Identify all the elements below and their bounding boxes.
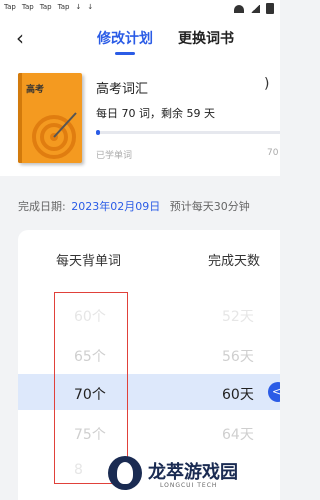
- system-icons: [234, 3, 274, 14]
- column-header-days: 完成天数: [208, 254, 261, 269]
- top-nav: ‹ 修改计划 更换词书: [0, 16, 280, 60]
- finish-date-row: 完成日期: 2023年02月09日 预计每天30分钟: [18, 198, 250, 214]
- picker-days: 64天: [222, 427, 254, 443]
- truncated-icon: ): [264, 76, 270, 92]
- watermark-logo-icon: [108, 456, 142, 490]
- notification-icons: Tap Tap Tap Tap ↓ ↓: [4, 3, 93, 11]
- picker-days: 56天: [222, 349, 254, 365]
- book-card: 高考 高考词汇 每日 70 词，剩余 59 天 已学单词 70 ): [0, 60, 280, 176]
- learning-progress-bar: [96, 130, 280, 135]
- picker-days: 52天: [222, 309, 254, 325]
- wifi-icon: [234, 4, 244, 13]
- battery-icon: [266, 3, 274, 14]
- book-spine: [18, 73, 22, 163]
- notification-app-label: Tap: [39, 3, 52, 11]
- download-icon: ↓: [87, 3, 94, 11]
- tab-modify-plan[interactable]: 修改计划: [97, 28, 153, 55]
- notification-app-label: Tap: [21, 3, 34, 11]
- learned-count: 70: [267, 148, 279, 158]
- learned-label: 已学单词: [96, 151, 133, 161]
- finish-date: 2023年02月09日: [71, 200, 161, 213]
- picker-days: 60天: [222, 387, 254, 403]
- book-cover: 高考: [18, 73, 82, 163]
- notification-app-label: Tap: [4, 3, 16, 11]
- picker-words: 75个: [74, 427, 106, 443]
- plan-summary: 每日 70 词，剩余 59 天: [96, 107, 215, 120]
- finish-label: 完成日期:: [18, 200, 66, 213]
- picker-row[interactable]: 65个 56天: [18, 336, 280, 372]
- chevron-left-icon[interactable]: ‹: [16, 28, 24, 48]
- progress-fill: [96, 130, 100, 135]
- picker-row-selected[interactable]: 70个 60天 <: [18, 374, 280, 410]
- picker-words: 70个: [74, 387, 106, 403]
- download-icon: ↓: [75, 3, 82, 11]
- picker-words: 60个: [74, 309, 106, 325]
- picker-row[interactable]: 75个 64天: [18, 414, 280, 450]
- picker-words: 8: [74, 462, 83, 478]
- signal-icon: [250, 4, 260, 13]
- tab-change-book[interactable]: 更换词书: [178, 28, 234, 48]
- book-cover-label: 高考: [26, 85, 45, 95]
- watermark-name: 龙萃游戏园: [148, 462, 238, 483]
- status-bar: Tap Tap Tap Tap ↓ ↓: [0, 0, 280, 16]
- picker-row[interactable]: 60个 52天: [18, 296, 280, 332]
- column-header-words: 每天背单词: [56, 254, 122, 269]
- watermark-sub: LONGCUI TECH: [160, 482, 218, 489]
- watermark: 龙萃游戏园 LONGCUI TECH: [104, 452, 280, 500]
- daily-estimate: 预计每天30分钟: [169, 200, 250, 213]
- picker-words: 65个: [74, 349, 106, 365]
- book-name: 高考词汇: [96, 82, 149, 97]
- target-icon: [32, 112, 77, 159]
- chevron-left-icon[interactable]: <: [268, 382, 280, 402]
- notification-app-label: Tap: [57, 3, 70, 11]
